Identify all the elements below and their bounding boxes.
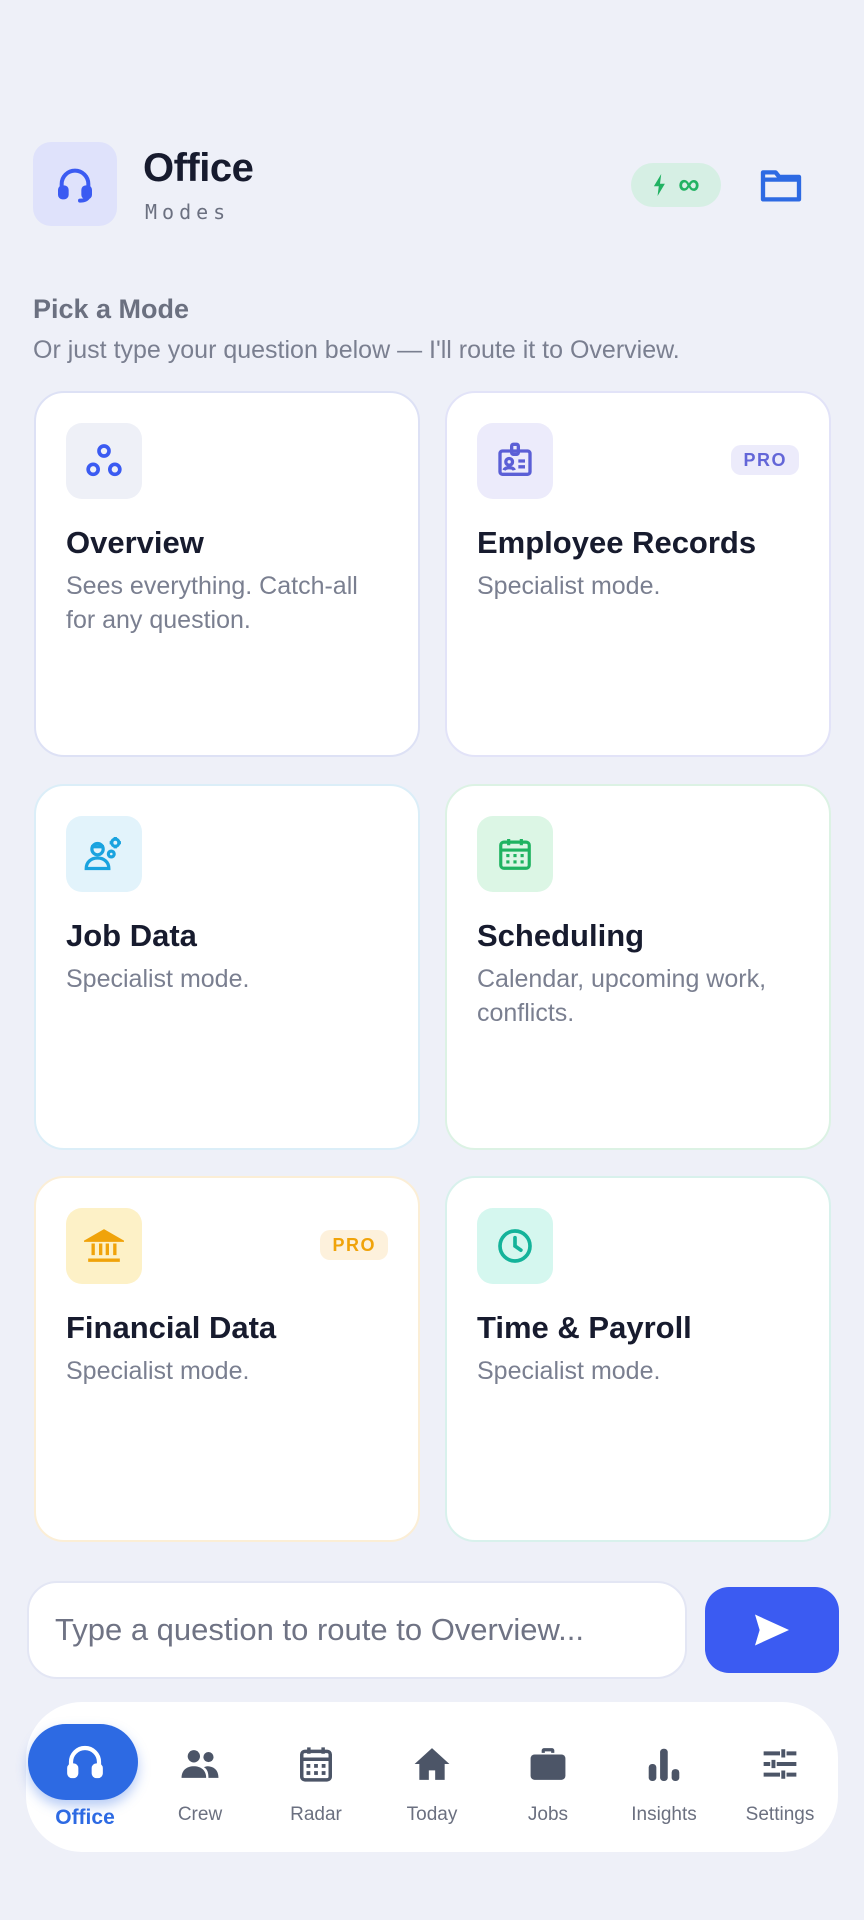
folder-button[interactable] [753, 160, 809, 210]
headset-icon [33, 142, 117, 226]
nav-label: Insights [631, 1804, 697, 1825]
question-input[interactable] [27, 1581, 687, 1679]
bank-icon [66, 1208, 142, 1284]
nav-item-office[interactable]: Office [28, 1702, 140, 1852]
pro-badge: PRO [320, 1230, 388, 1260]
header: Office Modes ∞ [33, 142, 831, 226]
mode-description: Specialist mode. [66, 1357, 250, 1385]
nav-label: Office [55, 1806, 115, 1829]
section-title: Pick a Mode [33, 294, 190, 324]
calendar-icon [477, 816, 553, 892]
headset-icon [63, 1740, 107, 1784]
mode-description: Specialist mode. [477, 1357, 661, 1385]
mode-card-time-payroll[interactable]: Time & Payroll Specialist mode. [445, 1176, 831, 1542]
mode-title: Financial Data [66, 1310, 277, 1345]
mode-description: Specialist mode. [477, 572, 661, 600]
unlimited-badge[interactable]: ∞ [631, 163, 721, 207]
nav-label: Settings [745, 1804, 815, 1825]
nav-item-jobs[interactable]: Jobs [493, 1702, 603, 1852]
briefcase-icon [526, 1742, 570, 1786]
clock-icon [477, 1208, 553, 1284]
id-badge-icon [477, 423, 553, 499]
mode-title: Overview [66, 525, 204, 560]
mode-description: Sees everything. Catch-all for any quest… [66, 572, 358, 634]
bolt-icon [654, 174, 666, 196]
mode-description: Calendar, upcoming work, conflicts. [477, 965, 767, 1027]
nav-label: Today [406, 1804, 458, 1825]
nav-item-today[interactable]: Today [377, 1702, 487, 1852]
worker-gear-icon [66, 816, 142, 892]
mode-card-scheduling[interactable]: Scheduling Calendar, upcoming work, conf… [445, 784, 831, 1150]
nav-label: Crew [177, 1804, 223, 1825]
nav-item-settings[interactable]: Settings [725, 1702, 835, 1852]
bottom-nav: Office Crew Radar Today Jobs Insights Se… [26, 1702, 838, 1852]
nav-item-crew[interactable]: Crew [145, 1702, 255, 1852]
pro-badge: PRO [731, 445, 799, 475]
nav-label: Radar [290, 1804, 342, 1825]
mode-description: Specialist mode. [66, 965, 250, 993]
send-icon [755, 1614, 789, 1646]
nav-item-radar[interactable]: Radar [261, 1702, 371, 1852]
mode-title: Employee Records [477, 525, 757, 560]
mode-title: Time & Payroll [477, 1310, 692, 1345]
mode-card-financial-data[interactable]: PRO Financial Data Specialist mode. [34, 1176, 420, 1542]
home-icon [410, 1742, 454, 1786]
mode-card-overview[interactable]: Overview Sees everything. Catch-all for … [34, 391, 420, 757]
mode-title: Job Data [66, 918, 197, 953]
nodes-icon [66, 423, 142, 499]
sliders-icon [758, 1742, 802, 1786]
mode-card-employee-records[interactable]: PRO Employee Records Specialist mode. [445, 391, 831, 757]
nav-item-insights[interactable]: Insights [609, 1702, 719, 1852]
folder-icon [760, 170, 802, 202]
page-title: Office [143, 146, 254, 190]
mode-card-job-data[interactable]: Job Data Specialist mode. [34, 784, 420, 1150]
section-subtitle: Or just type your question below — I'll … [33, 336, 680, 364]
bar-chart-icon [642, 1742, 686, 1786]
mode-title: Scheduling [477, 918, 645, 953]
page-subtitle: Modes [145, 200, 231, 224]
calendar-icon [294, 1742, 338, 1786]
nav-label: Jobs [527, 1804, 569, 1825]
send-button[interactable] [705, 1587, 839, 1673]
people-icon [178, 1742, 222, 1786]
unlimited-symbol: ∞ [678, 168, 700, 201]
